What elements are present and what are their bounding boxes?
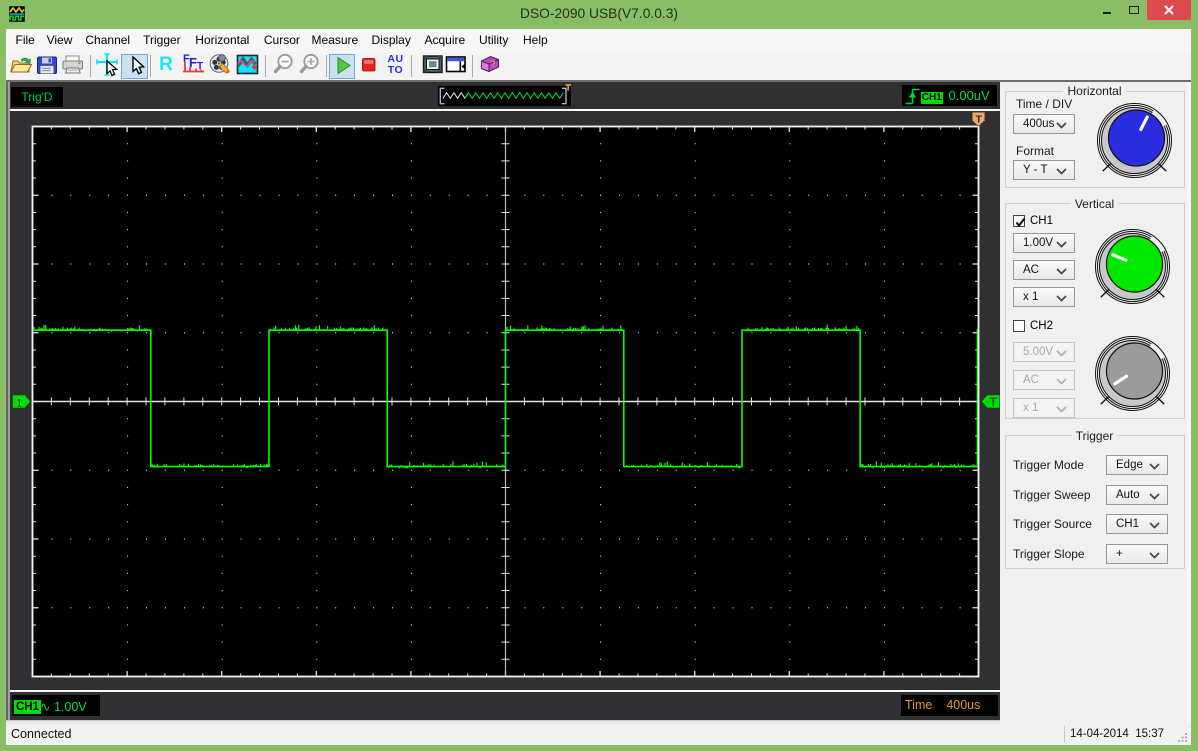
svg-text:T: T <box>990 397 997 409</box>
svg-text:T: T <box>975 114 982 126</box>
svg-text:1: 1 <box>16 396 22 410</box>
